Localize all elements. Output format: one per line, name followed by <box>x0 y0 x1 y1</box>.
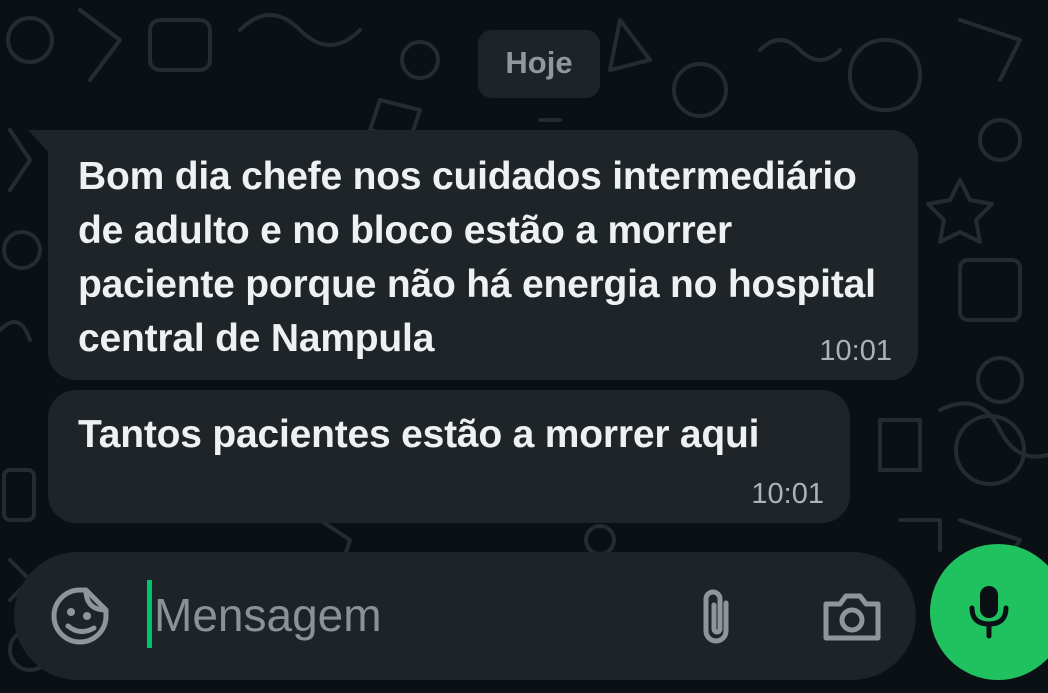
message-text: Tantos pacientes estão a morrer aqui <box>78 413 760 456</box>
message-bubble-tail <box>28 130 50 154</box>
message-timestamp: 10:01 <box>751 478 824 510</box>
paperclip-icon[interactable] <box>686 582 746 650</box>
camera-icon[interactable] <box>818 582 886 650</box>
date-separator-chip: Hoje <box>478 30 600 98</box>
text-cursor <box>147 580 152 648</box>
incoming-message-bubble[interactable]: Bom dia chefe nos cuidados intermediário… <box>48 130 918 380</box>
message-text: Bom dia chefe nos cuidados intermediário… <box>78 155 876 360</box>
message-composer <box>14 552 916 680</box>
message-input[interactable] <box>154 578 674 652</box>
incoming-message-bubble[interactable]: Tantos pacientes estão a morrer aqui 10:… <box>48 390 850 523</box>
message-timestamp: 10:01 <box>819 335 892 367</box>
sticker-emoji-icon[interactable] <box>46 582 114 650</box>
chat-screen: Hoje Bom dia chefe nos cuidados intermed… <box>0 0 1048 693</box>
